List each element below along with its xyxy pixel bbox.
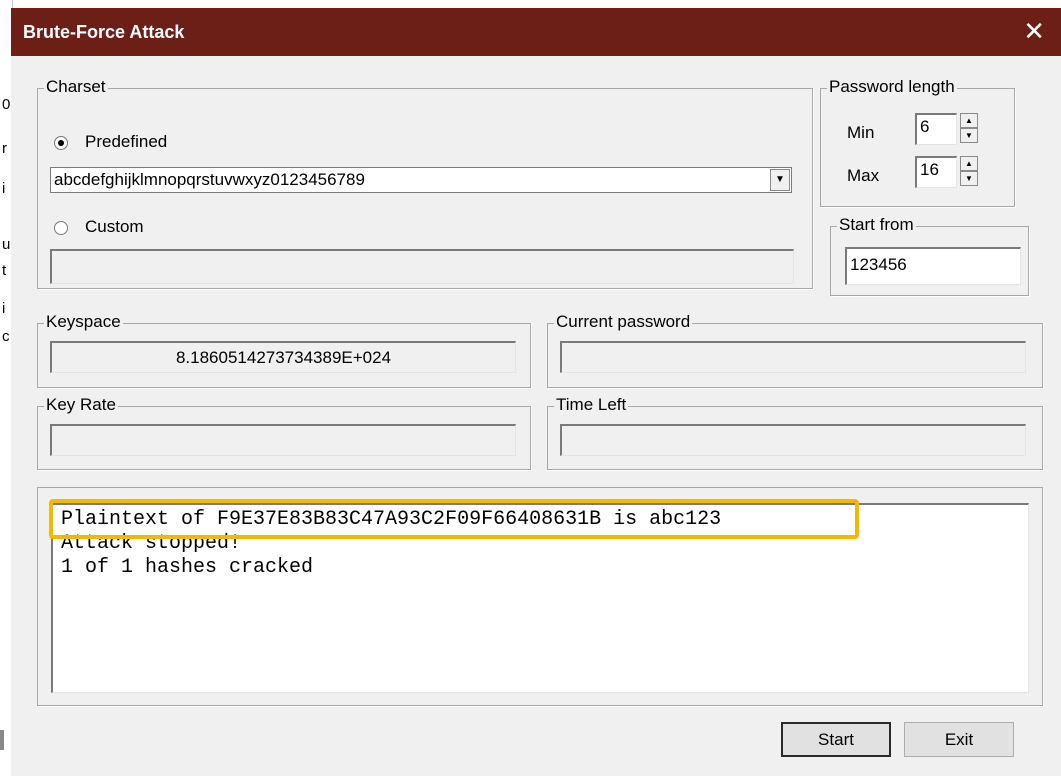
window-title: Brute-Force Attack	[23, 22, 185, 42]
start-from-input[interactable]: 123456	[845, 247, 1021, 285]
background-text: t	[2, 262, 7, 279]
predefined-radio[interactable]	[54, 136, 68, 150]
close-icon[interactable]: ✕	[1023, 17, 1045, 45]
spin-up-icon[interactable]: ▲	[960, 156, 978, 171]
time-left-field	[560, 424, 1026, 456]
start-from-value: 123456	[850, 255, 907, 274]
chevron-down-icon[interactable]: ▼	[770, 169, 790, 191]
current-password-legend: Current password	[554, 312, 693, 332]
max-length-spinner[interactable]: ▲ ▼	[960, 156, 978, 186]
background-text: r	[2, 140, 7, 157]
custom-radio[interactable]	[54, 221, 68, 235]
custom-charset-input[interactable]	[50, 249, 794, 284]
current-password-field	[560, 341, 1026, 373]
background-text: c	[2, 328, 10, 345]
custom-label[interactable]: Custom	[85, 217, 144, 237]
min-length-input[interactable]: 6	[915, 113, 957, 145]
background-scroll-marker	[0, 730, 4, 750]
log-line: 1 of 1 hashes cracked	[61, 556, 314, 579]
start-button[interactable]: Start	[781, 722, 891, 757]
exit-button[interactable]: Exit	[904, 722, 1014, 757]
spin-down-icon[interactable]: ▼	[960, 128, 978, 143]
password-length-legend: Password length	[827, 77, 957, 97]
start-from-legend: Start from	[837, 215, 916, 235]
password-length-group: Password length	[820, 77, 1015, 207]
key-rate-field	[50, 424, 516, 456]
key-rate-legend: Key Rate	[44, 395, 118, 415]
charset-legend: Charset	[44, 77, 108, 97]
predefined-charset-value: abcdefghijklmnopqrstuvwxyz0123456789	[54, 170, 365, 189]
min-length-value: 6	[920, 117, 930, 136]
brute-force-dialog: Brute-Force Attack ✕ Charset Predefined …	[11, 8, 1061, 776]
max-label: Max	[847, 166, 880, 185]
min-label: Min	[847, 123, 875, 142]
keyspace-field: 8.1860514273734389E+024	[50, 341, 516, 373]
predefined-label[interactable]: Predefined	[85, 132, 167, 152]
background-text: 0	[2, 96, 11, 113]
time-left-legend: Time Left	[554, 395, 629, 415]
predefined-charset-dropdown[interactable]: abcdefghijklmnopqrstuvwxyz0123456789 ▼	[50, 167, 792, 193]
keyspace-value: 8.1860514273734389E+024	[175, 348, 392, 367]
background-text: u	[2, 236, 11, 253]
background-text: i	[2, 180, 6, 197]
background-text: i	[2, 300, 6, 317]
title-bar[interactable]: Brute-Force Attack ✕	[11, 8, 1061, 56]
spin-down-icon[interactable]: ▼	[960, 171, 978, 186]
max-length-value: 16	[920, 160, 939, 179]
min-length-spinner[interactable]: ▲ ▼	[960, 113, 978, 143]
max-length-input[interactable]: 16	[915, 156, 957, 188]
spin-up-icon[interactable]: ▲	[960, 113, 978, 128]
keyspace-legend: Keyspace	[44, 312, 123, 332]
result-highlight-box	[49, 499, 859, 539]
